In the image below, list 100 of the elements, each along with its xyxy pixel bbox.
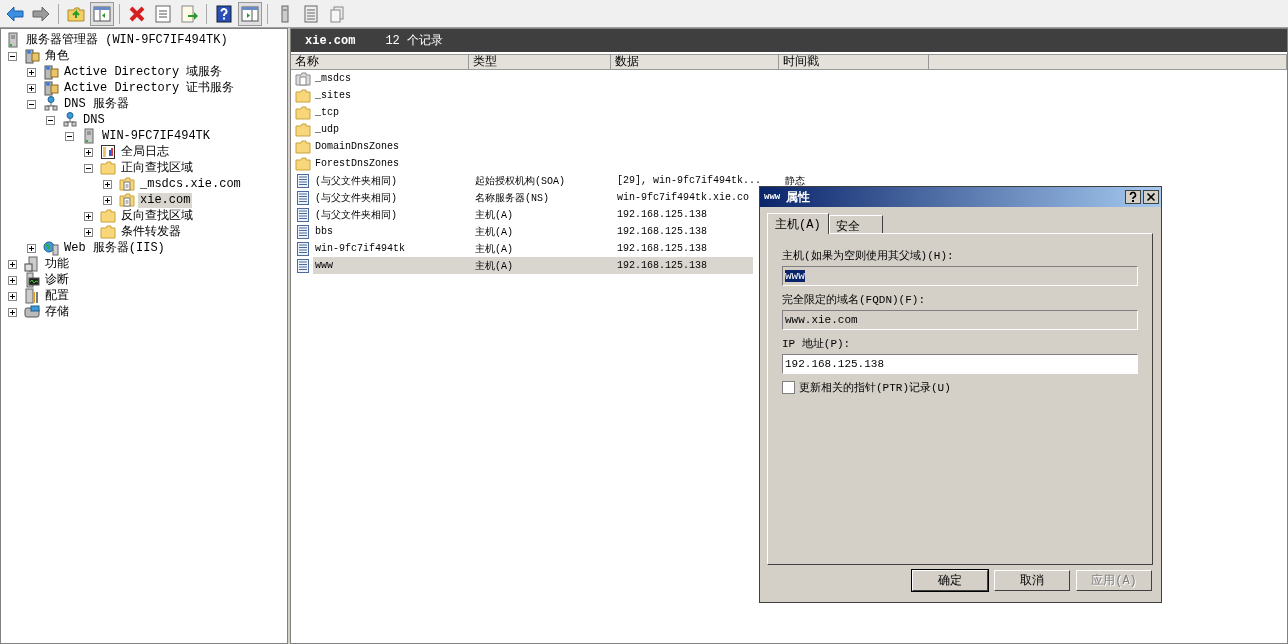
expand-toggle[interactable] xyxy=(83,146,94,158)
tree-item[interactable]: 诊断 xyxy=(43,272,71,288)
features-icon xyxy=(24,256,40,272)
expand-toggle[interactable] xyxy=(83,210,94,222)
server-role-icon xyxy=(43,64,59,80)
network-icon xyxy=(43,96,59,112)
tree-item[interactable]: DNS 服务器 xyxy=(62,96,131,112)
tree-item[interactable]: Web 服务器(IIS) xyxy=(62,240,167,256)
collapse-toggle[interactable] xyxy=(83,162,94,174)
folder-icon xyxy=(100,224,116,240)
tree-item[interactable]: WIN-9FC7IF494TK xyxy=(100,128,213,144)
record-name[interactable]: _udp xyxy=(313,123,341,136)
record-name[interactable]: _sites xyxy=(313,89,353,102)
dialog-tab[interactable]: 安全 xyxy=(828,215,883,233)
record-icon xyxy=(295,240,311,257)
document-folder-icon xyxy=(295,70,311,87)
record-name[interactable]: (与父文件夹相同) xyxy=(313,189,399,206)
checkbox-label[interactable]: 更新相关的指针(PTR)记录(U) xyxy=(799,380,951,395)
record-name[interactable]: DomainDnsZones xyxy=(313,140,401,153)
tree-item[interactable]: 全局日志 xyxy=(119,144,171,160)
server-role-icon xyxy=(43,80,59,96)
zone-title: xie.com xyxy=(305,33,356,48)
text-field[interactable]: www.xie.com xyxy=(782,310,1138,330)
record-name[interactable]: bbs xyxy=(313,225,335,238)
folder-icon xyxy=(295,87,311,104)
collapse-toggle[interactable] xyxy=(45,114,56,126)
record-name[interactable]: _tcp xyxy=(313,106,341,119)
folder-icon xyxy=(295,138,311,155)
record-name[interactable]: (与父文件夹相同) xyxy=(313,172,399,189)
column-header[interactable]: 类型 xyxy=(469,55,611,70)
record-data: 192.168.125.138 xyxy=(617,260,707,271)
expand-toggle[interactable] xyxy=(7,274,18,286)
tree-item[interactable]: 存储 xyxy=(43,304,71,320)
record-name[interactable]: (与父文件夹相同) xyxy=(313,206,399,223)
tree-item[interactable]: 反向查找区域 xyxy=(119,208,195,224)
expand-toggle[interactable] xyxy=(26,242,37,254)
collapse-toggle[interactable] xyxy=(64,130,75,142)
tools-icon xyxy=(24,288,40,304)
text-field[interactable]: 192.168.125.138 xyxy=(782,354,1138,374)
expand-toggle[interactable] xyxy=(26,82,37,94)
dialog-title-record: www xyxy=(764,192,781,202)
collapse-toggle[interactable] xyxy=(26,98,37,110)
column-header[interactable]: 时间戳 xyxy=(779,55,929,70)
record-name[interactable]: _msdcs xyxy=(313,72,353,85)
tree-item[interactable]: Active Directory 证书服务 xyxy=(62,80,237,96)
tree-item[interactable]: 配置 xyxy=(43,288,71,304)
server-icon xyxy=(81,128,97,144)
zone-folder-icon xyxy=(119,176,135,192)
expand-toggle[interactable] xyxy=(83,226,94,238)
expand-toggle[interactable] xyxy=(7,306,18,318)
close-button[interactable] xyxy=(1143,190,1159,204)
tree-item[interactable]: 角色 xyxy=(43,48,71,64)
field-value: www.xie.com xyxy=(785,314,858,326)
expand-toggle[interactable] xyxy=(102,178,113,190)
column-header[interactable]: 名称 xyxy=(291,55,469,70)
log-icon xyxy=(100,144,116,160)
tree-pane-button[interactable] xyxy=(91,2,113,25)
text-field[interactable]: www xyxy=(782,266,1138,286)
record-type: 主机(A) xyxy=(475,208,513,222)
record-data: 192.168.125.138 xyxy=(617,209,707,220)
tree-item[interactable]: _msdcs.xie.com xyxy=(138,176,243,192)
record-name[interactable]: ForestDnsZones xyxy=(313,157,401,170)
expand-toggle[interactable] xyxy=(102,194,113,206)
record-type: 主机(A) xyxy=(475,242,513,256)
help-button[interactable] xyxy=(1125,190,1141,204)
tree-item[interactable]: 正向查找区域 xyxy=(119,160,195,176)
record-type: 主机(A) xyxy=(475,259,513,273)
zone-folder-icon xyxy=(119,192,135,208)
record-type: 名称服务器(NS) xyxy=(475,191,549,205)
tree-root-item[interactable]: 服务器管理器 (WIN-9FC7IF494TK) xyxy=(24,32,230,48)
export-button[interactable] xyxy=(178,2,200,25)
folder-icon xyxy=(295,104,311,121)
folder-icon xyxy=(100,208,116,224)
record-data: win-9fc7if494tk.xie.co xyxy=(617,192,750,203)
dialog-button[interactable]: 确定 xyxy=(912,570,988,591)
collapse-toggle[interactable] xyxy=(7,50,18,62)
record-icon xyxy=(295,172,311,189)
record-type: 主机(A) xyxy=(475,225,513,239)
monitor-icon xyxy=(24,272,40,288)
expand-toggle[interactable] xyxy=(7,290,18,302)
folder-icon xyxy=(295,155,311,172)
field-label: 完全限定的域名(FQDN)(F): xyxy=(782,293,926,307)
help-button[interactable] xyxy=(213,2,235,25)
checkbox[interactable] xyxy=(782,381,795,394)
column-header[interactable]: 数据 xyxy=(611,55,779,70)
folder-icon xyxy=(295,121,311,138)
record-name[interactable]: win-9fc7if494tk xyxy=(313,242,407,255)
record-icon xyxy=(295,206,311,223)
tree-item[interactable]: 条件转发器 xyxy=(119,224,183,240)
tree-item[interactable]: 功能 xyxy=(43,256,71,272)
dialog-button[interactable]: 取消 xyxy=(994,570,1070,591)
expand-toggle[interactable] xyxy=(26,66,37,78)
record-data: 192.168.125.138 xyxy=(617,243,707,254)
tree-item[interactable]: Active Directory 域服务 xyxy=(62,64,225,80)
tree-item[interactable]: DNS xyxy=(81,112,107,128)
dialog-tab[interactable]: 主机(A) xyxy=(767,213,829,234)
tree-item[interactable]: xie.com xyxy=(138,192,193,208)
server-icon xyxy=(5,32,21,48)
record-icon xyxy=(295,223,311,240)
expand-toggle[interactable] xyxy=(7,258,18,270)
